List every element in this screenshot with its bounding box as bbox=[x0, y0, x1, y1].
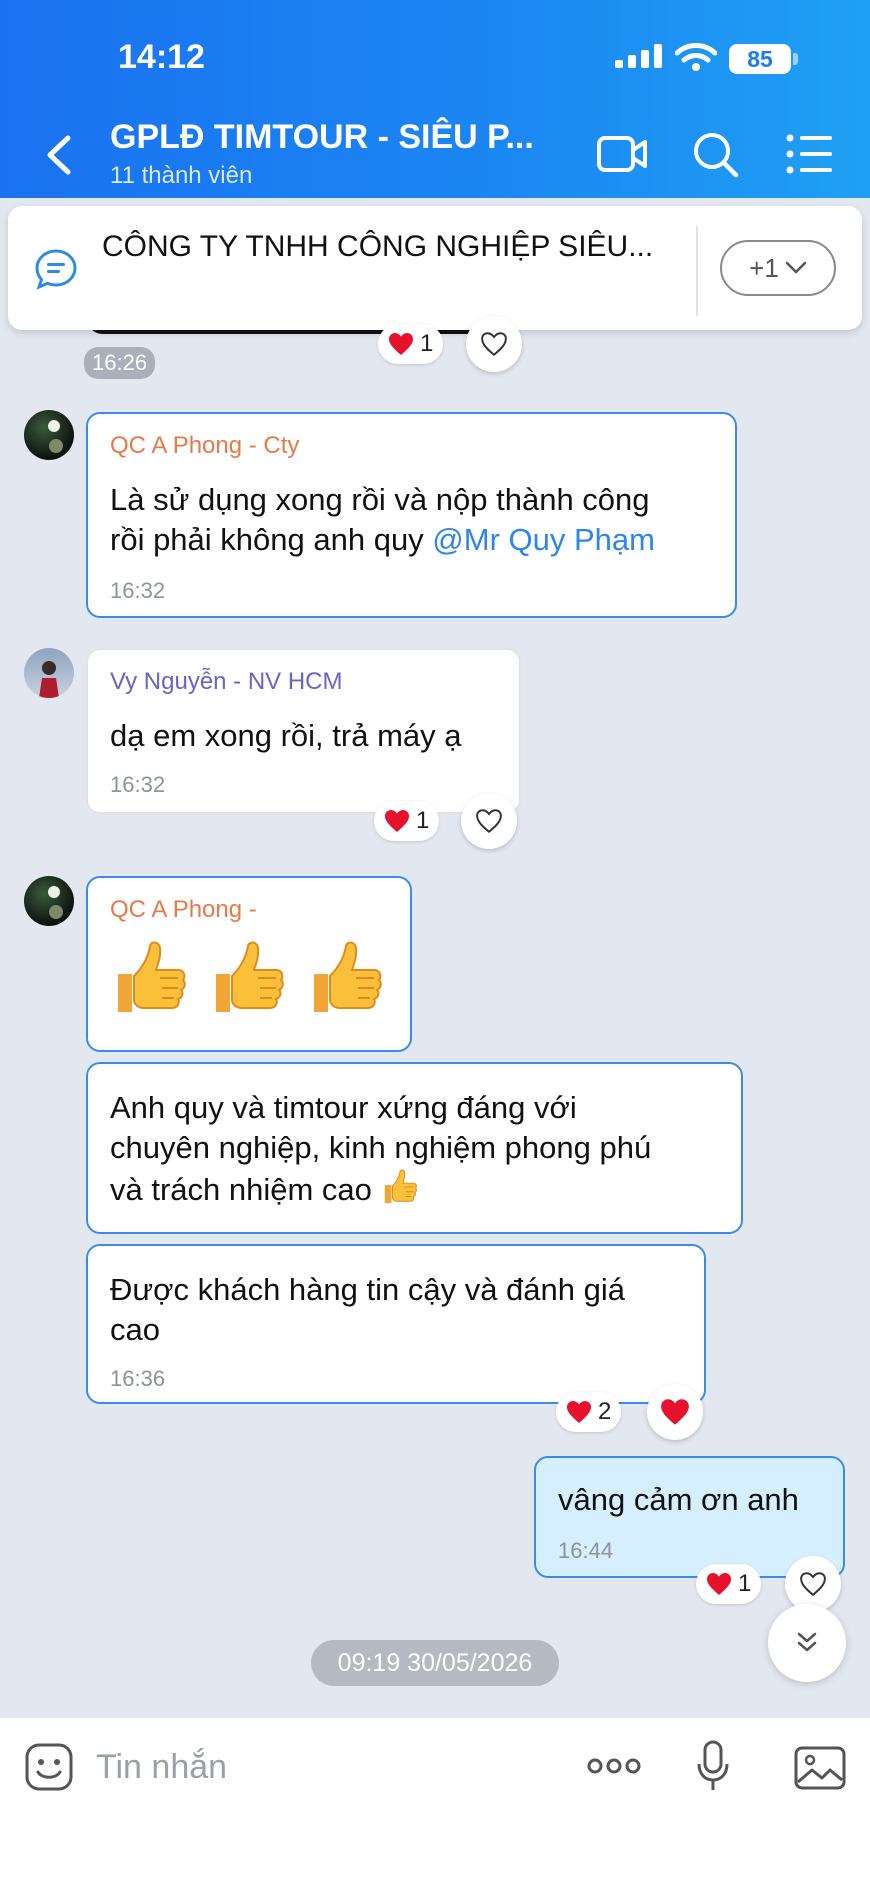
pinned-message-bar[interactable]: CÔNG TY TNHH CÔNG NGHIỆP SIÊU... +1 bbox=[8, 206, 862, 330]
heart-icon bbox=[384, 809, 410, 833]
message-input-bar: Tin nhắn bbox=[0, 1718, 870, 1885]
pinned-more-label: +1 bbox=[749, 252, 779, 283]
message-time: 16:32 bbox=[110, 772, 166, 797]
message-time: 16:44 bbox=[558, 1538, 614, 1563]
reaction-summary[interactable]: 1 bbox=[374, 801, 440, 841]
mention-link[interactable]: @Mr Quy Phạm bbox=[432, 522, 655, 557]
sender-name[interactable]: QC A Phong - Cty bbox=[110, 432, 299, 460]
avatar-image bbox=[48, 886, 63, 919]
message-line: và trách nhiệm cao bbox=[110, 1168, 651, 1210]
status-time: 14:12 bbox=[118, 38, 205, 76]
reaction-count: 1 bbox=[738, 1570, 752, 1597]
avatar-image bbox=[39, 661, 59, 698]
list-menu-icon[interactable] bbox=[784, 130, 836, 178]
message-text: Anh quy và timtour xứng đáng với chuyên … bbox=[110, 1088, 651, 1210]
message-line: Anh quy và timtour xứng đáng với bbox=[110, 1090, 577, 1125]
message-bubble[interactable]: QC A Phong - Cty Là sử dụng xong rồi và … bbox=[86, 412, 737, 618]
thumbs-up-emoji bbox=[306, 938, 386, 1018]
member-count: 11 thành viên bbox=[110, 162, 253, 189]
react-button[interactable] bbox=[461, 793, 517, 849]
avatar[interactable] bbox=[24, 876, 74, 926]
message-text: vâng cảm ơn anh bbox=[558, 1482, 799, 1517]
sender-name[interactable]: QC A Phong - bbox=[110, 896, 257, 924]
image-icon[interactable] bbox=[794, 1746, 846, 1790]
message-bubble[interactable]: Vy Nguyễn - NV HCM dạ em xong rồi, trả m… bbox=[86, 648, 521, 814]
microphone-icon[interactable] bbox=[696, 1740, 730, 1794]
heart-icon bbox=[480, 331, 508, 357]
signal-icon bbox=[615, 44, 662, 68]
date-divider: 09:19 30/05/2026 bbox=[311, 1640, 559, 1686]
message-input[interactable]: Tin nhắn bbox=[96, 1748, 227, 1787]
message-line: cao bbox=[110, 1312, 160, 1347]
divider bbox=[696, 226, 698, 316]
chat-header: 14:12 85 GPLĐ TIMTOUR - SIÊU P... 11 thà… bbox=[0, 0, 870, 198]
double-chevron-down-icon bbox=[797, 1632, 817, 1652]
search-icon[interactable] bbox=[690, 130, 742, 178]
thumbs-up-emoji bbox=[110, 938, 190, 1018]
heart-icon bbox=[475, 808, 503, 834]
react-button[interactable] bbox=[466, 316, 522, 372]
heart-icon bbox=[660, 1398, 690, 1426]
reaction-count: 1 bbox=[416, 807, 430, 834]
heart-icon bbox=[388, 332, 414, 356]
message-time: 16:32 bbox=[110, 578, 166, 603]
message-bubble[interactable]: QC A Phong - bbox=[86, 876, 412, 1052]
reaction-count: 1 bbox=[420, 330, 434, 357]
video-call-icon[interactable] bbox=[596, 130, 648, 178]
avatar-image bbox=[48, 420, 63, 453]
heart-icon bbox=[706, 1572, 732, 1596]
group-title[interactable]: GPLĐ TIMTOUR - SIÊU P... bbox=[110, 118, 534, 157]
message-line: rồi phải không anh quy @Mr Quy Phạm bbox=[110, 520, 655, 560]
reaction-summary[interactable]: 1 bbox=[696, 1564, 762, 1604]
message-time: 16:26 bbox=[84, 347, 156, 379]
heart-icon bbox=[566, 1400, 592, 1424]
battery-indicator: 85 bbox=[729, 44, 791, 74]
message-text-part: rồi phải không anh quy bbox=[110, 522, 433, 557]
thumbs-up-emoji bbox=[381, 1168, 419, 1206]
message-text-part: và trách nhiệm cao bbox=[110, 1172, 372, 1207]
message-text: Được khách hàng tin cậy và đánh giá cao bbox=[110, 1270, 625, 1350]
heart-icon bbox=[799, 1571, 827, 1597]
battery-nub bbox=[793, 53, 798, 65]
reaction-summary[interactable]: 1 bbox=[378, 324, 444, 364]
reaction-count: 2 bbox=[598, 1398, 612, 1425]
pinned-message-text: CÔNG TY TNHH CÔNG NGHIỆP SIÊU... bbox=[102, 230, 654, 263]
more-dots-icon[interactable] bbox=[586, 1746, 642, 1786]
message-text: Là sử dụng xong rồi và nộp thành công rồ… bbox=[110, 480, 655, 560]
avatar[interactable] bbox=[24, 410, 74, 460]
chevron-down-icon bbox=[785, 261, 807, 274]
chevron-left-icon[interactable] bbox=[40, 130, 80, 180]
chat-bubble-icon bbox=[35, 249, 77, 290]
react-button-active[interactable] bbox=[647, 1384, 703, 1440]
message-line: chuyên nghiệp, kinh nghiệm phong phú bbox=[110, 1130, 652, 1165]
wifi-icon bbox=[675, 43, 717, 71]
message-time: 16:36 bbox=[110, 1366, 166, 1391]
message-bubble[interactable]: Anh quy và timtour xứng đáng với chuyên … bbox=[86, 1062, 743, 1234]
message-text: dạ em xong rồi, trả máy ạ bbox=[110, 718, 462, 753]
sticker-icon[interactable] bbox=[24, 1742, 74, 1792]
thumbs-up-emoji bbox=[208, 938, 288, 1018]
emoji-row bbox=[110, 938, 386, 1018]
reaction-summary[interactable]: 2 bbox=[556, 1392, 622, 1432]
avatar[interactable] bbox=[24, 648, 74, 698]
pinned-more-button[interactable]: +1 bbox=[720, 240, 836, 296]
message-bubble[interactable]: Được khách hàng tin cậy và đánh giá cao … bbox=[86, 1244, 706, 1404]
message-line: Được khách hàng tin cậy và đánh giá bbox=[110, 1272, 625, 1307]
scroll-to-bottom-button[interactable] bbox=[768, 1604, 846, 1682]
message-line: Là sử dụng xong rồi và nộp thành công bbox=[110, 482, 650, 517]
sender-name[interactable]: Vy Nguyễn - NV HCM bbox=[110, 668, 343, 696]
